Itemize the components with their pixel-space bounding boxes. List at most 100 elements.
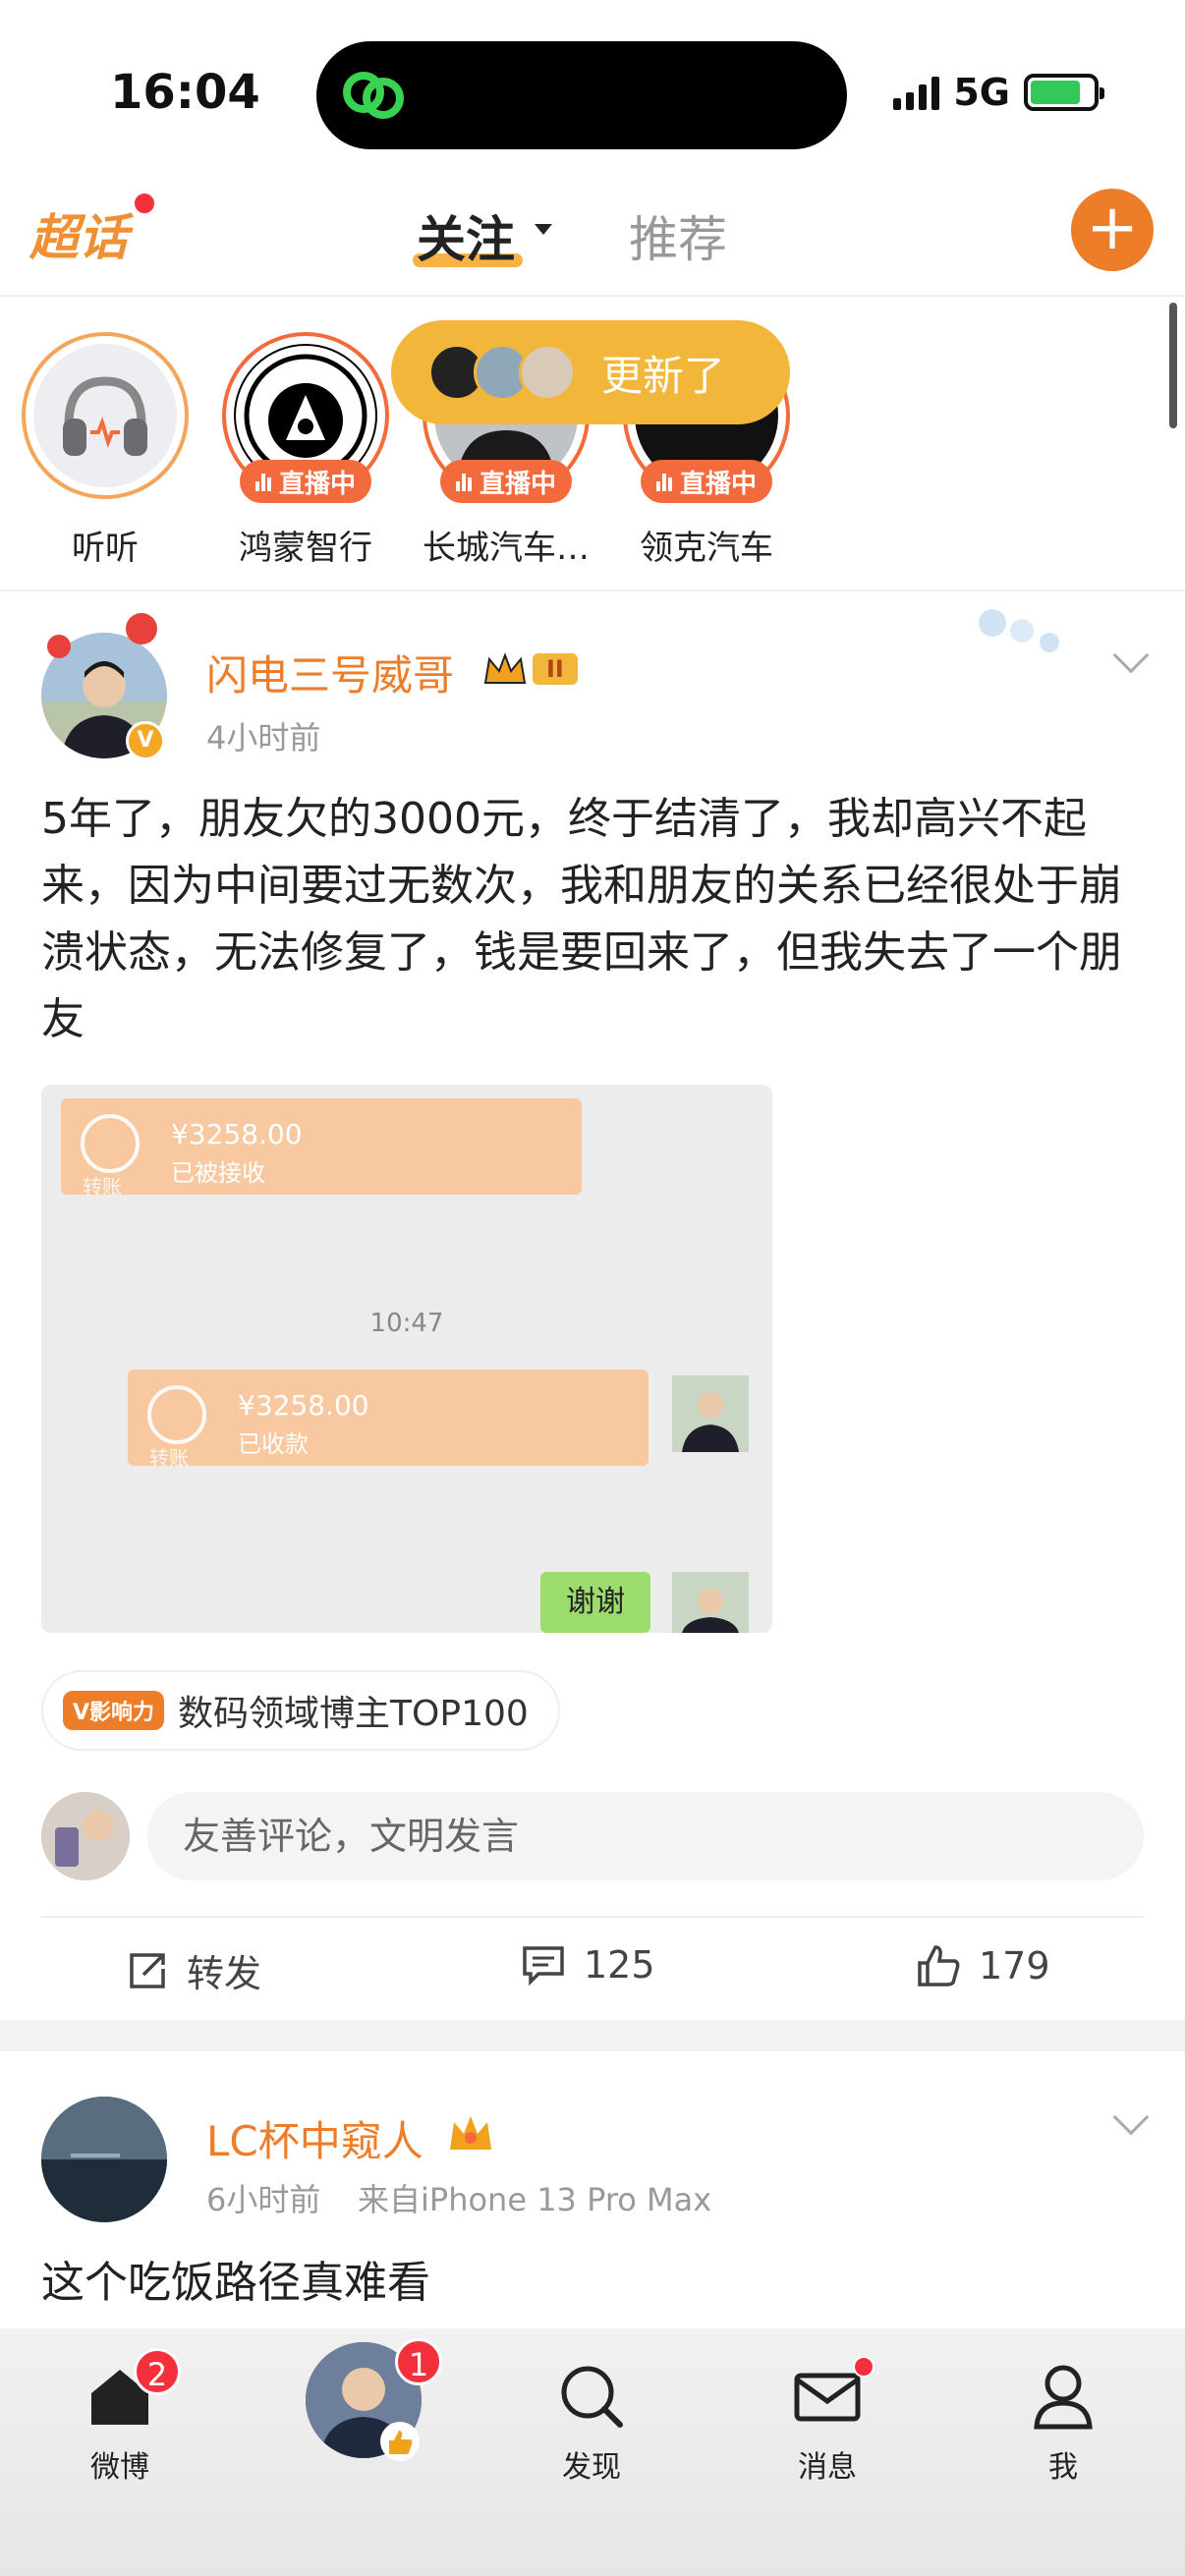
check-circle-icon	[147, 1385, 206, 1444]
user-avatar	[41, 1792, 130, 1880]
mail-icon	[794, 2373, 861, 2422]
transfer-bubble: ¥3258.00 已被接收 转账	[61, 1098, 582, 1199]
post-source: 来自iPhone 13 Pro Max	[358, 2181, 712, 2218]
influence-text: 数码领域博主TOP100	[178, 1694, 529, 1734]
post-image[interactable]: ¥3258.00 已被接收 转账 10:47 ¥3258.00 已收款 转账 谢…	[41, 1085, 772, 1633]
author-avatar[interactable]	[41, 2097, 167, 2222]
like-button[interactable]: 179	[916, 1943, 1050, 1988]
influence-badge: V影响力	[63, 1691, 165, 1730]
bottom-navigation: 微博 2 1 发现 消息 我	[0, 2328, 1185, 2576]
transfer-footer: 转账	[149, 1446, 189, 1470]
battery-icon	[1024, 74, 1104, 111]
author-name[interactable]: 闪电三号威哥	[206, 643, 454, 702]
nav-discover[interactable]: 发现	[523, 2362, 660, 2486]
nav-label: 发现	[562, 2450, 621, 2485]
chat-avatar	[672, 1375, 749, 1452]
repost-label: 转发	[187, 1952, 262, 1995]
nav-label: 微博	[90, 2450, 149, 2485]
status-indicators: 5G	[893, 71, 1104, 114]
chat-avatar	[672, 1572, 749, 1633]
comment-count: 125	[584, 1943, 655, 1987]
live-badge: 直播中	[641, 460, 772, 503]
chaohua-logo[interactable]: 超话	[29, 198, 128, 269]
post-actions: 转发 125 179	[0, 1918, 1185, 2016]
repost-button[interactable]: 转发	[126, 1943, 261, 1997]
member-level-badge: II	[481, 648, 578, 690]
transfer-status: 已收款	[238, 1430, 309, 1458]
nav-profile-avatar[interactable]: 1	[295, 2338, 442, 2461]
nav-badge: 1	[395, 2338, 442, 2385]
nav-badge: 2	[134, 2348, 181, 2395]
user-icon	[1034, 2365, 1093, 2430]
level-label: II	[533, 653, 578, 685]
link-app-icon	[343, 72, 404, 119]
stories-row: 听听 直播中 鸿蒙智行 直播中 长城汽车… 直播中 领克汽车 更新了	[0, 297, 1185, 591]
verified-badge-icon: V	[126, 721, 165, 760]
status-bar: 16:04 5G	[0, 0, 1185, 167]
transfer-status: 已被接收	[171, 1159, 265, 1187]
story-label: 听听	[72, 529, 139, 568]
live-badge: 直播中	[240, 460, 371, 503]
transfer-footer: 转账	[83, 1175, 122, 1199]
status-time: 16:04	[110, 65, 260, 120]
repost-icon	[130, 1952, 165, 1988]
tab-recommend[interactable]: 推荐	[629, 200, 727, 271]
story-label: 鸿蒙智行	[239, 529, 372, 568]
search-icon	[561, 2366, 623, 2428]
scrollbar[interactable]	[1169, 303, 1177, 428]
chat-message: 谢谢	[540, 1572, 650, 1633]
comment-input[interactable]: 友善评论，文明发言	[147, 1792, 1144, 1880]
transfer-amount: ¥3258.00	[238, 1389, 369, 1422]
live-bars-icon	[455, 472, 472, 491]
transfer-amount: ¥3258.00	[171, 1118, 303, 1150]
nav-label: 我	[1048, 2450, 1078, 2485]
update-avatar	[519, 344, 576, 401]
comment-icon	[523, 1946, 564, 1986]
dynamic-island	[316, 41, 847, 149]
nav-label: 消息	[798, 2450, 857, 2485]
nav-weibo[interactable]: 微博 2	[51, 2348, 189, 2486]
feed-separator	[0, 2020, 1185, 2051]
chaohua-notification-dot	[132, 191, 157, 216]
live-bars-icon	[655, 472, 672, 491]
story-item[interactable]: 听听	[22, 332, 189, 569]
thumbs-up-icon	[918, 1945, 960, 1987]
flower-decoration-icon	[979, 609, 1059, 652]
nav-messages[interactable]: 消息	[759, 2356, 896, 2486]
story-avatar: 直播中	[222, 332, 389, 503]
signal-icon	[893, 75, 940, 110]
post-text: 这个吃饭路径真难看	[41, 2258, 430, 2308]
crown-icon	[483, 652, 527, 684]
story-item[interactable]: 直播中 鸿蒙智行	[222, 332, 389, 569]
like-count: 179	[979, 1944, 1050, 1988]
post-time: 6小时前	[206, 2181, 321, 2218]
transfer-bubble: ¥3258.00 已收款 转账	[128, 1370, 649, 1470]
check-circle-icon	[81, 1114, 140, 1173]
live-badge: 直播中	[440, 460, 572, 503]
author-name[interactable]: LC杯中窥人	[206, 2108, 423, 2168]
sea-avatar-icon	[41, 2097, 167, 2222]
top-navigation: 超话 关注 推荐 +	[0, 167, 1185, 297]
post-text: 5年了，朋友欠的3000元，终于结清了，我却高兴不起来，因为中间要过无数次，我和…	[41, 794, 1122, 1044]
influence-tag[interactable]: V影响力 数码领域博主TOP100	[41, 1670, 560, 1751]
story-avatar	[22, 332, 189, 499]
headphones-icon	[63, 376, 147, 456]
story-label: 长城汽车…	[423, 529, 590, 568]
post-time: 4小时前	[206, 719, 321, 756]
avatar-flower-decoration-icon	[47, 613, 157, 658]
updates-pill[interactable]: 更新了	[391, 320, 790, 424]
nav-me[interactable]: 我	[994, 2362, 1132, 2486]
caret-down-icon[interactable]	[535, 224, 552, 235]
comment-button[interactable]: 125	[521, 1943, 655, 1987]
thumbs-up-icon	[380, 2422, 420, 2461]
live-bars-icon	[254, 472, 271, 491]
comment-row: 友善评论，文明发言	[41, 1792, 1144, 1880]
crown-icon	[450, 2116, 491, 2150]
network-type: 5G	[953, 71, 1010, 114]
story-label: 领克汽车	[640, 529, 773, 568]
chat-timestamp: 10:47	[369, 1309, 444, 1338]
plus-icon[interactable]: +	[1071, 189, 1154, 271]
unread-dot	[853, 2356, 875, 2378]
weibo-feed-screen: 16:04 5G 超话 关注 推荐 + 听听 直播中 鸿蒙智行 直播中 长城汽车…	[0, 0, 1185, 2576]
tab-follow[interactable]: 关注	[417, 200, 515, 271]
